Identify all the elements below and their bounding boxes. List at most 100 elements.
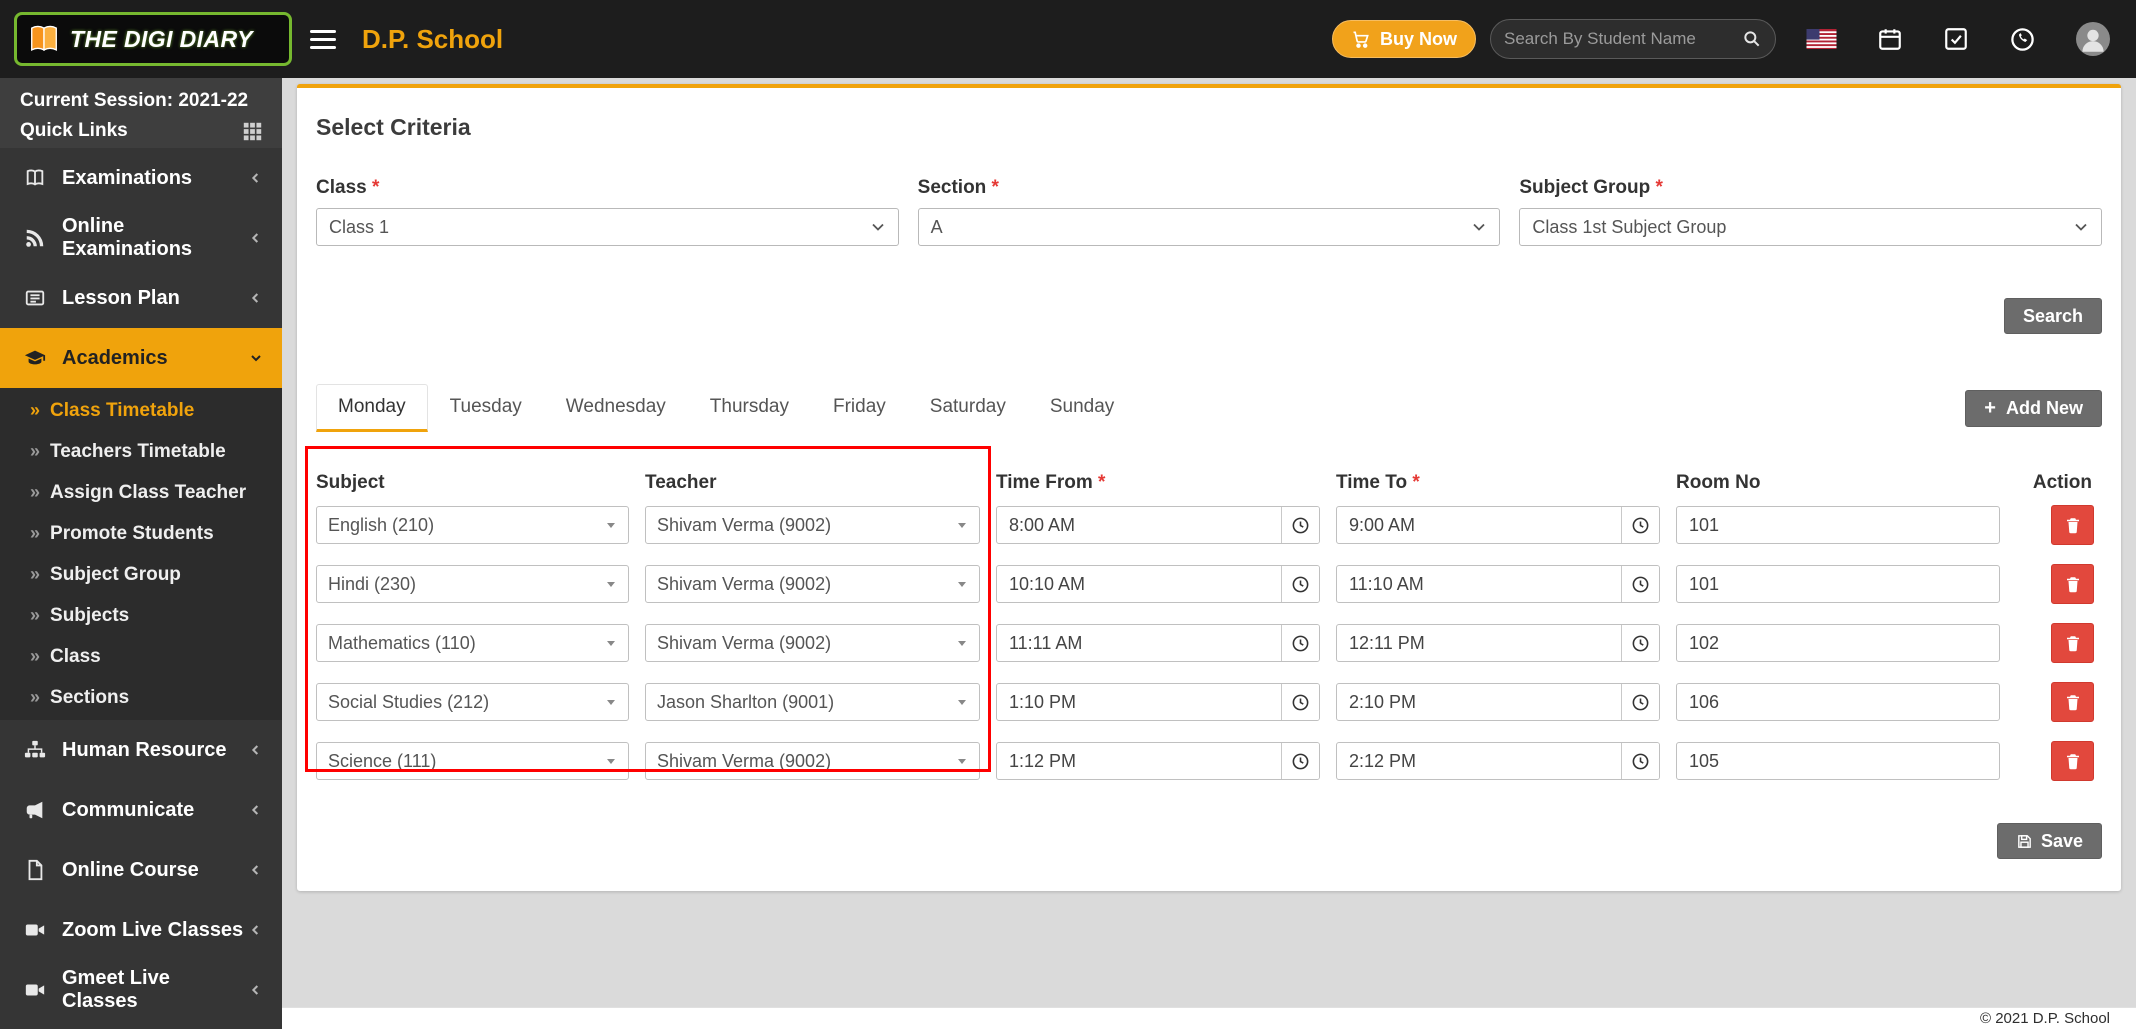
delete-row-button[interactable] xyxy=(2051,564,2094,604)
delete-row-button[interactable] xyxy=(2051,741,2094,781)
tasks-icon[interactable] xyxy=(1943,26,1969,52)
room-no-input[interactable]: 106 xyxy=(1676,683,2000,721)
teacher-select[interactable]: Shivam Verma (9002) xyxy=(645,506,980,544)
col-teacher: Teacher xyxy=(645,472,980,494)
tab-tuesday[interactable]: Tuesday xyxy=(428,384,544,432)
subject-group-field: Subject Group Class 1st Subject Group xyxy=(1519,177,2102,246)
time-from-input[interactable]: 8:00 AM xyxy=(996,506,1320,544)
sidebar-item-online-examinations[interactable]: Online Examinations xyxy=(0,208,282,268)
room-no-input[interactable]: 101 xyxy=(1676,506,2000,544)
tab-wednesday[interactable]: Wednesday xyxy=(544,384,688,432)
add-new-button[interactable]: Add New xyxy=(1965,390,2102,427)
time-from-input[interactable]: 1:12 PM xyxy=(996,742,1320,780)
subject-group-select[interactable]: Class 1st Subject Group xyxy=(1519,208,2102,246)
quick-links-label: Quick Links xyxy=(20,120,128,142)
caret-down-icon xyxy=(956,696,968,708)
language-flag-icon[interactable] xyxy=(1806,29,1837,49)
clock-icon[interactable] xyxy=(1621,566,1659,602)
sub-item-label: Assign Class Teacher xyxy=(50,482,246,504)
user-avatar[interactable] xyxy=(2076,22,2110,56)
buy-now-button[interactable]: Buy Now xyxy=(1332,20,1476,58)
delete-row-button[interactable] xyxy=(2051,623,2094,663)
clock-icon[interactable] xyxy=(1621,507,1659,543)
chevron-left-icon xyxy=(248,922,264,938)
subject-select[interactable]: Science (111) xyxy=(316,742,629,780)
subject-select[interactable]: Social Studies (212) xyxy=(316,683,629,721)
delete-row-button[interactable] xyxy=(2051,505,2094,545)
whatsapp-icon[interactable] xyxy=(2009,26,2036,53)
chevron-left-icon xyxy=(248,802,264,818)
clock-icon[interactable] xyxy=(1281,743,1319,779)
sidebar-item-lesson-plan[interactable]: Lesson Plan xyxy=(0,268,282,328)
trash-icon xyxy=(2064,634,2082,652)
teacher-select[interactable]: Shivam Verma (9002) xyxy=(645,565,980,603)
student-search-input[interactable] xyxy=(1504,29,1742,49)
sidebar-item-online-course[interactable]: Online Course xyxy=(0,840,282,900)
tab-friday[interactable]: Friday xyxy=(811,384,908,432)
clock-icon[interactable] xyxy=(1621,743,1659,779)
subject-value: English (210) xyxy=(328,515,434,536)
class-label: Class xyxy=(316,177,899,199)
time-from-input[interactable]: 11:11 AM xyxy=(996,624,1320,662)
time-to-input[interactable]: 11:10 AM xyxy=(1336,565,1660,603)
section-select[interactable]: A xyxy=(918,208,1501,246)
graduation-cap-icon xyxy=(24,347,46,369)
sidebar-item-communicate[interactable]: Communicate xyxy=(0,780,282,840)
footer: © 2021 D.P. School xyxy=(282,1007,2136,1029)
time-to-input[interactable]: 12:11 PM xyxy=(1336,624,1660,662)
sidebar-item-promote-students[interactable]: Promote Students xyxy=(0,513,282,554)
hamburger-menu-icon[interactable] xyxy=(310,30,336,49)
sidebar-item-class[interactable]: Class xyxy=(0,636,282,677)
chevron-left-icon xyxy=(248,742,264,758)
sidebar-item-sections[interactable]: Sections xyxy=(0,677,282,718)
save-button[interactable]: Save xyxy=(1997,823,2102,859)
search-icon[interactable] xyxy=(1742,29,1762,49)
teacher-value: Shivam Verma (9002) xyxy=(657,751,831,772)
room-no-input[interactable]: 102 xyxy=(1676,624,2000,662)
clock-icon[interactable] xyxy=(1621,684,1659,720)
teacher-select[interactable]: Shivam Verma (9002) xyxy=(645,742,980,780)
subject-select[interactable]: Hindi (230) xyxy=(316,565,629,603)
sidebar-item-teachers-timetable[interactable]: Teachers Timetable xyxy=(0,431,282,472)
subject-select[interactable]: English (210) xyxy=(316,506,629,544)
time-from-input[interactable]: 1:10 PM xyxy=(996,683,1320,721)
subject-select[interactable]: Mathematics (110) xyxy=(316,624,629,662)
sidebar-item-gmeet-live-classes[interactable]: Gmeet Live Classes xyxy=(0,960,282,1020)
chevron-left-icon xyxy=(248,862,264,878)
sidebar-item-class-timetable[interactable]: Class Timetable xyxy=(0,390,282,431)
class-select[interactable]: Class 1 xyxy=(316,208,899,246)
time-to-input[interactable]: 2:12 PM xyxy=(1336,742,1660,780)
sidebar-item-human-resource[interactable]: Human Resource xyxy=(0,720,282,780)
clock-icon[interactable] xyxy=(1281,625,1319,661)
tab-sunday[interactable]: Sunday xyxy=(1028,384,1136,432)
sidebar-item-zoom-live-classes[interactable]: Zoom Live Classes xyxy=(0,900,282,960)
time-to-input[interactable]: 2:10 PM xyxy=(1336,683,1660,721)
teacher-select[interactable]: Shivam Verma (9002) xyxy=(645,624,980,662)
clock-icon[interactable] xyxy=(1281,684,1319,720)
sidebar-item-subjects[interactable]: Subjects xyxy=(0,595,282,636)
grid-icon[interactable] xyxy=(243,122,262,141)
room-value: 101 xyxy=(1689,574,1719,595)
time-from-input[interactable]: 10:10 AM xyxy=(996,565,1320,603)
time-from-value: 11:11 AM xyxy=(997,625,1281,661)
time-to-input[interactable]: 9:00 AM xyxy=(1336,506,1660,544)
calendar-icon[interactable] xyxy=(1877,26,1903,52)
room-no-input[interactable]: 105 xyxy=(1676,742,2000,780)
delete-row-button[interactable] xyxy=(2051,682,2094,722)
sidebar-item-academics[interactable]: Academics xyxy=(0,328,282,388)
tab-monday[interactable]: Monday xyxy=(316,384,428,432)
sidebar-item-examinations[interactable]: Examinations xyxy=(0,148,282,208)
clock-icon[interactable] xyxy=(1281,507,1319,543)
sidebar-item-assign-class-teacher[interactable]: Assign Class Teacher xyxy=(0,472,282,513)
sidebar-item-subject-group[interactable]: Subject Group xyxy=(0,554,282,595)
search-button[interactable]: Search xyxy=(2004,298,2102,334)
quick-links[interactable]: Quick Links xyxy=(20,120,262,142)
add-new-label: Add New xyxy=(2006,398,2083,419)
teacher-select[interactable]: Jason Sharlton (9001) xyxy=(645,683,980,721)
caret-down-icon xyxy=(956,755,968,767)
tab-thursday[interactable]: Thursday xyxy=(688,384,811,432)
room-no-input[interactable]: 101 xyxy=(1676,565,2000,603)
tab-saturday[interactable]: Saturday xyxy=(908,384,1028,432)
clock-icon[interactable] xyxy=(1281,566,1319,602)
clock-icon[interactable] xyxy=(1621,625,1659,661)
